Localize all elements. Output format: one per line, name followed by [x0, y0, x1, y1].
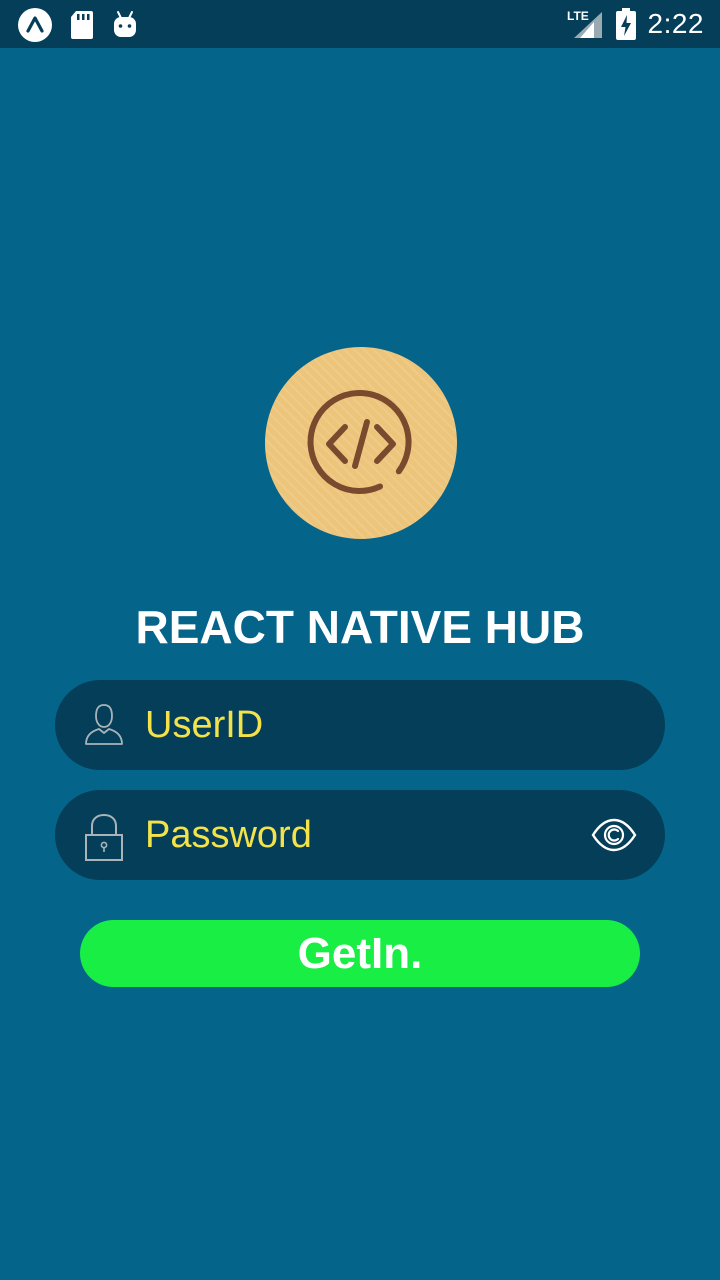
status-bar-system: LTE 2:22: [566, 0, 705, 48]
battery-charging-icon: [615, 8, 636, 40]
user-icon: [85, 704, 123, 745]
lte-label: LTE: [567, 9, 589, 23]
getin-button[interactable]: GetIn.: [80, 920, 640, 987]
lte-signal-icon: LTE: [567, 9, 602, 38]
code-icon: [307, 389, 412, 494]
status-bar-notifications: [18, 8, 138, 42]
userid-field[interactable]: [55, 680, 665, 770]
app-title: REACT NATIVE HUB: [135, 601, 585, 653]
app-logo: [265, 347, 457, 539]
eye-icon[interactable]: [591, 817, 637, 853]
android-icon: [114, 11, 136, 37]
password-field[interactable]: [55, 790, 665, 880]
expo-icon: [18, 8, 52, 42]
password-input[interactable]: [145, 790, 565, 880]
status-bar: LTE 2:22: [0, 0, 720, 48]
sd-card-icon: [71, 11, 93, 39]
lock-icon: [85, 813, 123, 861]
status-time: 2:22: [647, 8, 704, 39]
userid-input[interactable]: [145, 680, 565, 770]
